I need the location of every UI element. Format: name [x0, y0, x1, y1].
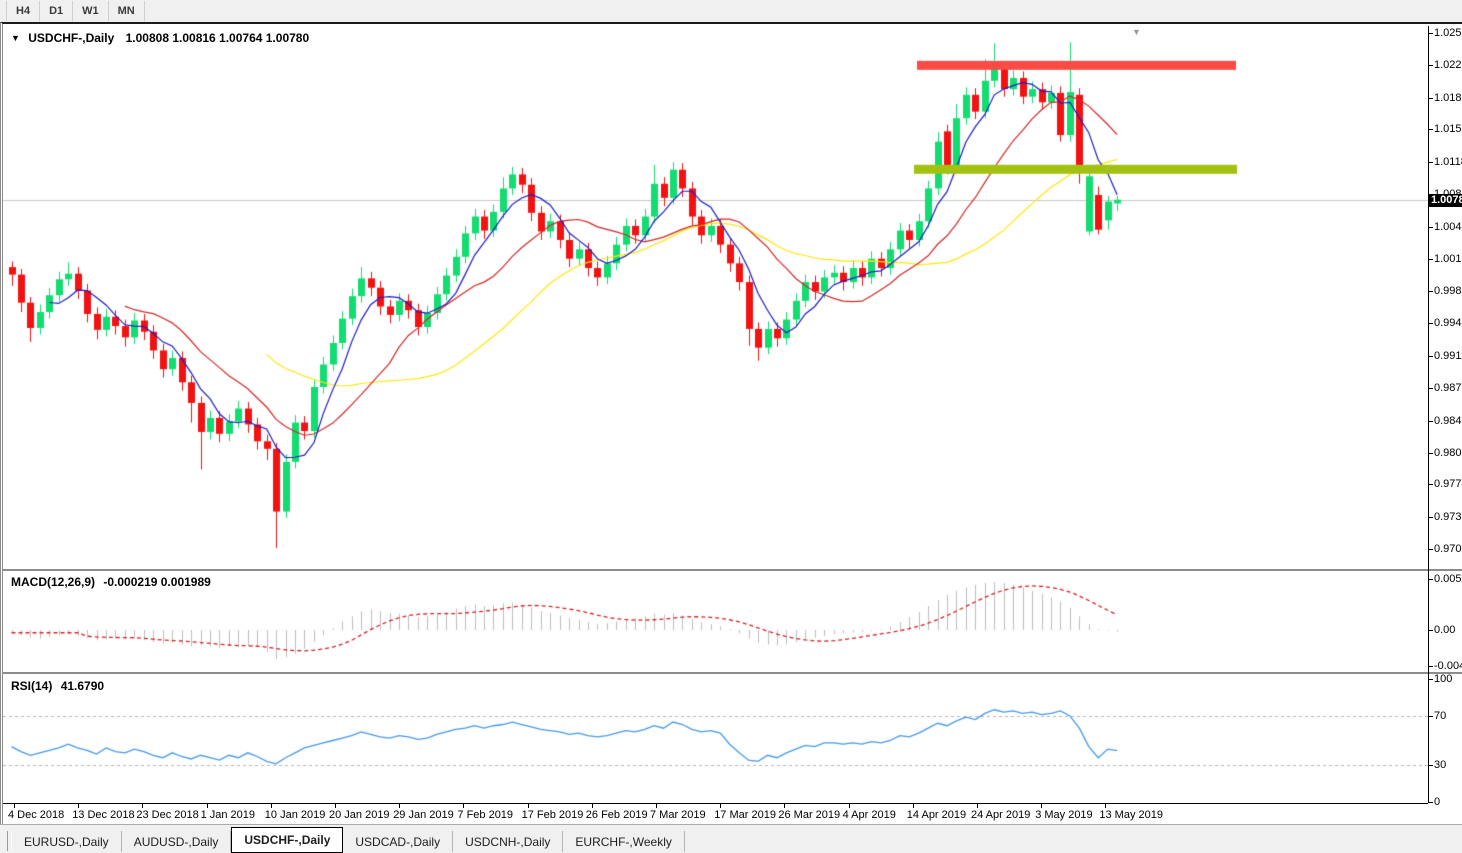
date-tick — [78, 804, 80, 808]
date-axis-label: 10 Jan 2019 — [264, 809, 326, 821]
date-axis-label: 1 Jan 2019 — [200, 809, 256, 821]
rsi-value: 41.6790 — [60, 679, 105, 693]
date-tick — [206, 804, 208, 808]
date-tick — [142, 804, 144, 808]
rsi-canvas[interactable] — [3, 674, 1428, 803]
date-axis-label: 20 Jan 2019 — [329, 809, 390, 821]
date-tick — [1041, 804, 1043, 808]
rsi-axis-label: 70 — [1429, 710, 1462, 722]
price-axis-label: 0.98770 — [1429, 382, 1462, 394]
price-axis-line — [1428, 26, 1429, 803]
chart-tab-usdcnh[interactable]: USDCNH-,Daily — [453, 831, 564, 852]
date-tick — [527, 804, 529, 808]
date-axis-label: 3 May 2019 — [1035, 809, 1093, 821]
price-axis-label: 0.99110 — [1429, 350, 1462, 362]
chart-tab-usdchf[interactable]: USDCHF-,Daily — [231, 827, 344, 853]
date-axis-label: 17 Mar 2019 — [714, 809, 776, 821]
chart-symbol-label: USDCHF-,Daily — [28, 31, 115, 45]
expand-arrow-icon[interactable]: ▼ — [11, 33, 20, 43]
date-axis-label: 7 Mar 2019 — [650, 809, 706, 821]
chart-tab-audusd[interactable]: AUDUSD-,Daily — [122, 831, 232, 852]
current-price-tag: 1.00780 — [1429, 193, 1462, 207]
date-axis-label: 24 Apr 2019 — [971, 809, 1031, 821]
chart-ohlc-values: 1.00808 1.00816 1.00764 1.00780 — [125, 31, 310, 45]
date-axis-label: 23 Dec 2018 — [136, 809, 199, 821]
date-axis-label: 29 Jan 2019 — [393, 809, 454, 821]
chart-tab-bar: EURUSD-,Daily AUDUSD-,Daily USDCHF-,Daily U… — [0, 824, 1462, 853]
chart-tab-usdcad[interactable]: USDCAD-,Daily — [343, 831, 454, 852]
price-axis-label: 0.97390 — [1429, 511, 1462, 523]
price-axis-label: 1.02220 — [1429, 59, 1462, 71]
date-tick — [912, 804, 914, 808]
timeframe-button-mn[interactable]: MN — [109, 1, 145, 21]
date-axis-label: 26 Feb 2019 — [585, 809, 648, 821]
date-tick — [270, 804, 272, 808]
date-tick — [977, 804, 978, 808]
timeframe-button-w1[interactable]: W1 — [73, 1, 109, 21]
price-axis-label: 1.00150 — [1429, 253, 1462, 265]
date-axis-label: 14 Apr 2019 — [906, 809, 967, 821]
date-axis-label: 7 Feb 2019 — [457, 809, 514, 821]
macd-canvas[interactable] — [3, 570, 1428, 670]
date-axis-label: 4 Dec 2018 — [8, 809, 65, 821]
date-tick — [784, 804, 786, 808]
price-axis-label: 0.98080 — [1429, 447, 1462, 459]
price-axis-label: 1.02560 — [1429, 27, 1462, 39]
date-axis-label: 13 Dec 2018 — [72, 809, 135, 821]
date-axis-label: 4 Apr 2019 — [842, 809, 896, 821]
timeframe-button-h4[interactable]: H4 — [6, 1, 41, 21]
price-axis-label: 0.99460 — [1429, 317, 1462, 329]
date-tick — [591, 804, 593, 808]
price-axis-label: 0.98420 — [1429, 415, 1462, 427]
date-axis-label: 17 Feb 2019 — [521, 809, 584, 821]
price-axis-label: 1.01180 — [1429, 156, 1462, 168]
date-tick — [399, 804, 401, 808]
rsi-axis-label: 100 — [1429, 673, 1462, 685]
date-axis-label: 13 May 2019 — [1099, 809, 1163, 821]
main-chart-canvas[interactable] — [3, 26, 1428, 568]
macd-axis-label: -0.00424 — [1429, 660, 1462, 672]
price-axis-label: 1.01530 — [1429, 123, 1462, 135]
rsi-axis-label: 30 — [1429, 759, 1462, 771]
timeframe-toolbar: H4 D1 W1 MN — [0, 0, 1462, 23]
rsi-axis-label: 0 — [1429, 796, 1462, 808]
rsi-indicator-label: RSI(14) 41.6790 — [11, 679, 105, 693]
macd-axis-label: 0.00 — [1429, 624, 1462, 636]
date-tick — [335, 804, 336, 808]
price-axis-label: 0.97050 — [1429, 543, 1462, 555]
date-tick — [14, 804, 15, 808]
date-axis-label: 26 Mar 2019 — [778, 809, 841, 821]
date-tick — [720, 804, 722, 808]
date-axis[interactable]: 4 Dec 2018 13 Dec 2018 23 Dec 2018 1 Jan 20… — [3, 803, 1428, 826]
date-tick — [848, 804, 850, 808]
price-axis-label: 1.00490 — [1429, 221, 1462, 233]
chart-window: ▼ USDCHF-,Daily 1.00808 1.00816 1.00764 … — [0, 22, 1462, 826]
timeframe-button-d1[interactable]: D1 — [40, 1, 74, 21]
chart-title: ▼ USDCHF-,Daily 1.00808 1.00816 1.00764 … — [11, 31, 309, 45]
chart-tab-eurchf[interactable]: EURCHF-,Weekly — [563, 831, 685, 852]
price-axis-label: 0.97740 — [1429, 478, 1462, 490]
date-tick — [1105, 804, 1107, 808]
macd-axis-label: 0.00597 — [1429, 573, 1462, 585]
macd-indicator-label: MACD(12,26,9) -0.000219 0.001989 — [11, 575, 211, 589]
price-axis-label: 0.99800 — [1429, 285, 1462, 297]
chart-shift-marker-icon: ▼ — [1132, 27, 1141, 37]
date-tick — [656, 804, 657, 808]
price-axis-label: 1.01870 — [1429, 92, 1462, 104]
date-tick — [463, 804, 465, 808]
macd-values: -0.000219 0.001989 — [103, 575, 211, 589]
chart-tab-eurusd[interactable]: EURUSD-,Daily — [12, 831, 122, 852]
